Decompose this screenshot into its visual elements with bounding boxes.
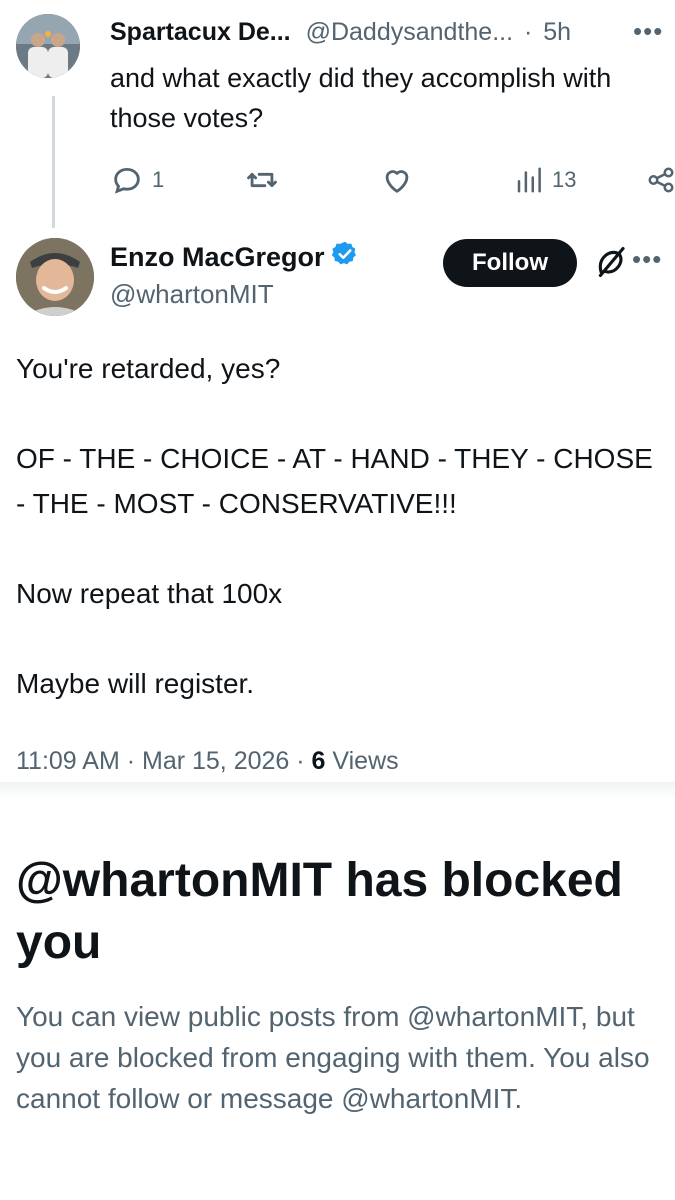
more-icon[interactable]: •••: [632, 244, 662, 275]
views-button[interactable]: 13: [514, 160, 576, 200]
repost-icon: [247, 172, 277, 188]
tweet-line: OF - THE - CHOICE - AT - HAND - THEY - C…: [16, 443, 653, 519]
author-avatar[interactable]: [16, 238, 94, 316]
tweet-text: You're retarded, yes? OF - THE - CHOICE …: [16, 346, 666, 706]
reply-icon: [114, 167, 140, 194]
tweet-meta: 11:09 AM · Mar 15, 2026 · 6 Views: [16, 747, 399, 776]
views-icon: [517, 167, 541, 193]
views-count: 13: [552, 167, 577, 192]
reply-count: 1: [152, 167, 165, 192]
like-icon: [385, 170, 409, 193]
author-name[interactable]: Enzo MacGregor: [110, 242, 325, 273]
thread-line: [52, 96, 55, 228]
separator-dot: ·: [524, 18, 533, 46]
blocked-description: You can view public posts from @whartonM…: [16, 1001, 650, 1114]
follow-button[interactable]: Follow: [443, 239, 577, 287]
reply-header: Spartacux De... @Daddysandthe... · 5h: [110, 18, 675, 54]
share-icon: [648, 167, 674, 193]
more-icon[interactable]: •••: [633, 16, 663, 47]
reply-tweet[interactable]: Spartacux De... @Daddysandthe... · 5h ••…: [0, 0, 675, 228]
grok-icon[interactable]: [594, 244, 628, 285]
author-handle[interactable]: @whartonMIT: [110, 279, 274, 310]
blocked-title: @whartonMIT has blocked you: [16, 854, 623, 969]
section-divider: [0, 782, 675, 800]
views-number: 6: [311, 747, 326, 775]
tweet-line: Now repeat that 100x: [16, 578, 283, 609]
share-button[interactable]: [646, 160, 675, 200]
reply-author-handle[interactable]: @Daddysandthe...: [306, 18, 513, 46]
reply-button[interactable]: 1: [110, 160, 164, 200]
author-name-row[interactable]: Enzo MacGregor: [110, 240, 359, 275]
verified-badge-icon[interactable]: [331, 240, 359, 275]
views-label: Views: [325, 747, 399, 775]
reply-text: and what exactly did they accomplish wit…: [110, 63, 612, 133]
tweet-line: You're retarded, yes?: [16, 353, 281, 384]
reply-timestamp[interactable]: 5h: [543, 18, 571, 46]
tweet-timestamp[interactable]: 11:09 AM · Mar 15, 2026 ·: [16, 747, 312, 775]
reply-avatar[interactable]: [16, 14, 80, 78]
tweet-line: Maybe will register.: [16, 668, 255, 699]
reply-author-name[interactable]: Spartacux De...: [110, 18, 291, 46]
like-button[interactable]: [380, 160, 414, 200]
repost-button[interactable]: [244, 160, 280, 200]
